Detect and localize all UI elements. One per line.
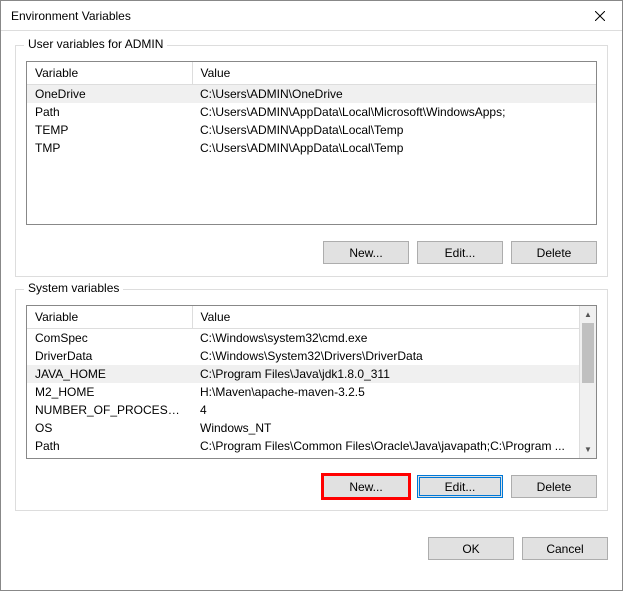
user-new-button[interactable]: New...	[323, 241, 409, 264]
close-icon	[595, 11, 605, 21]
user-cell-variable: Path	[27, 103, 192, 121]
sys-cell-value: Windows_NT	[192, 419, 579, 437]
system-scrollbar[interactable]: ▲ ▼	[579, 306, 596, 458]
sys-cell-variable: NUMBER_OF_PROCESSORS	[27, 401, 192, 419]
close-button[interactable]	[577, 1, 622, 31]
user-variables-table[interactable]: Variable Value OneDriveC:\Users\ADMIN\On…	[27, 62, 596, 157]
sys-col-value[interactable]: Value	[192, 306, 579, 328]
user-variables-label: User variables for ADMIN	[24, 37, 167, 51]
user-cell-variable: TMP	[27, 139, 192, 157]
system-variables-table-wrap: Variable Value ComSpecC:\Windows\system3…	[26, 305, 597, 459]
user-cell-value: C:\Users\ADMIN\AppData\Local\Microsoft\W…	[192, 103, 596, 121]
sys-cell-variable: JAVA_HOME	[27, 365, 192, 383]
user-cell-variable: TEMP	[27, 121, 192, 139]
sys-row[interactable]: ComSpecC:\Windows\system32\cmd.exe	[27, 328, 579, 347]
user-row[interactable]: PathC:\Users\ADMIN\AppData\Local\Microso…	[27, 103, 596, 121]
scroll-track[interactable]	[580, 383, 596, 441]
user-col-value[interactable]: Value	[192, 62, 596, 84]
user-cell-value: C:\Users\ADMIN\OneDrive	[192, 84, 596, 103]
sys-row[interactable]: M2_HOMEH:\Maven\apache-maven-3.2.5	[27, 383, 579, 401]
sys-cell-value: 4	[192, 401, 579, 419]
user-cell-value: C:\Users\ADMIN\AppData\Local\Temp	[192, 139, 596, 157]
sys-cell-value: C:\Program Files\Common Files\Oracle\Jav…	[192, 437, 579, 455]
dialog-buttons-row: OK Cancel	[1, 533, 622, 574]
sys-row[interactable]: OSWindows_NT	[27, 419, 579, 437]
titlebar: Environment Variables	[1, 1, 622, 31]
sys-row[interactable]: PathC:\Program Files\Common Files\Oracle…	[27, 437, 579, 455]
sys-cell-value: H:\Maven\apache-maven-3.2.5	[192, 383, 579, 401]
system-buttons-row: New... Edit... Delete	[16, 469, 607, 510]
sys-cell-variable: Path	[27, 437, 192, 455]
sys-cell-value: C:\Program Files\Java\jdk1.8.0_311	[192, 365, 579, 383]
system-new-button[interactable]: New...	[323, 475, 409, 498]
user-cell-value: C:\Users\ADMIN\AppData\Local\Temp	[192, 121, 596, 139]
sys-cell-variable: DriverData	[27, 347, 192, 365]
sys-cell-value: C:\Windows\System32\Drivers\DriverData	[192, 347, 579, 365]
system-variables-group: System variables Variable Value ComSpecC…	[15, 289, 608, 511]
scroll-up-icon[interactable]: ▲	[580, 306, 596, 323]
sys-cell-value: C:\Windows\system32\cmd.exe	[192, 328, 579, 347]
dialog-content: User variables for ADMIN Variable Value …	[1, 31, 622, 533]
user-delete-button[interactable]: Delete	[511, 241, 597, 264]
sys-cell-variable: M2_HOME	[27, 383, 192, 401]
sys-cell-variable: OS	[27, 419, 192, 437]
user-row[interactable]: OneDriveC:\Users\ADMIN\OneDrive	[27, 84, 596, 103]
cancel-button[interactable]: Cancel	[522, 537, 608, 560]
ok-button[interactable]: OK	[428, 537, 514, 560]
sys-col-variable[interactable]: Variable	[27, 306, 192, 328]
scroll-down-icon[interactable]: ▼	[580, 441, 596, 458]
window-title: Environment Variables	[11, 9, 131, 23]
scroll-thumb[interactable]	[582, 323, 594, 383]
user-row[interactable]: TEMPC:\Users\ADMIN\AppData\Local\Temp	[27, 121, 596, 139]
sys-cell-variable: ComSpec	[27, 328, 192, 347]
sys-row[interactable]: JAVA_HOMEC:\Program Files\Java\jdk1.8.0_…	[27, 365, 579, 383]
user-cell-variable: OneDrive	[27, 84, 192, 103]
sys-row[interactable]: NUMBER_OF_PROCESSORS4	[27, 401, 579, 419]
system-delete-button[interactable]: Delete	[511, 475, 597, 498]
user-variables-group: User variables for ADMIN Variable Value …	[15, 45, 608, 277]
user-col-variable[interactable]: Variable	[27, 62, 192, 84]
system-variables-table[interactable]: Variable Value ComSpecC:\Windows\system3…	[27, 306, 579, 455]
sys-row[interactable]: DriverDataC:\Windows\System32\Drivers\Dr…	[27, 347, 579, 365]
system-variables-label: System variables	[24, 281, 123, 295]
system-edit-button[interactable]: Edit...	[417, 475, 503, 498]
user-variables-table-wrap: Variable Value OneDriveC:\Users\ADMIN\On…	[26, 61, 597, 225]
user-row[interactable]: TMPC:\Users\ADMIN\AppData\Local\Temp	[27, 139, 596, 157]
user-buttons-row: New... Edit... Delete	[16, 235, 607, 276]
user-edit-button[interactable]: Edit...	[417, 241, 503, 264]
